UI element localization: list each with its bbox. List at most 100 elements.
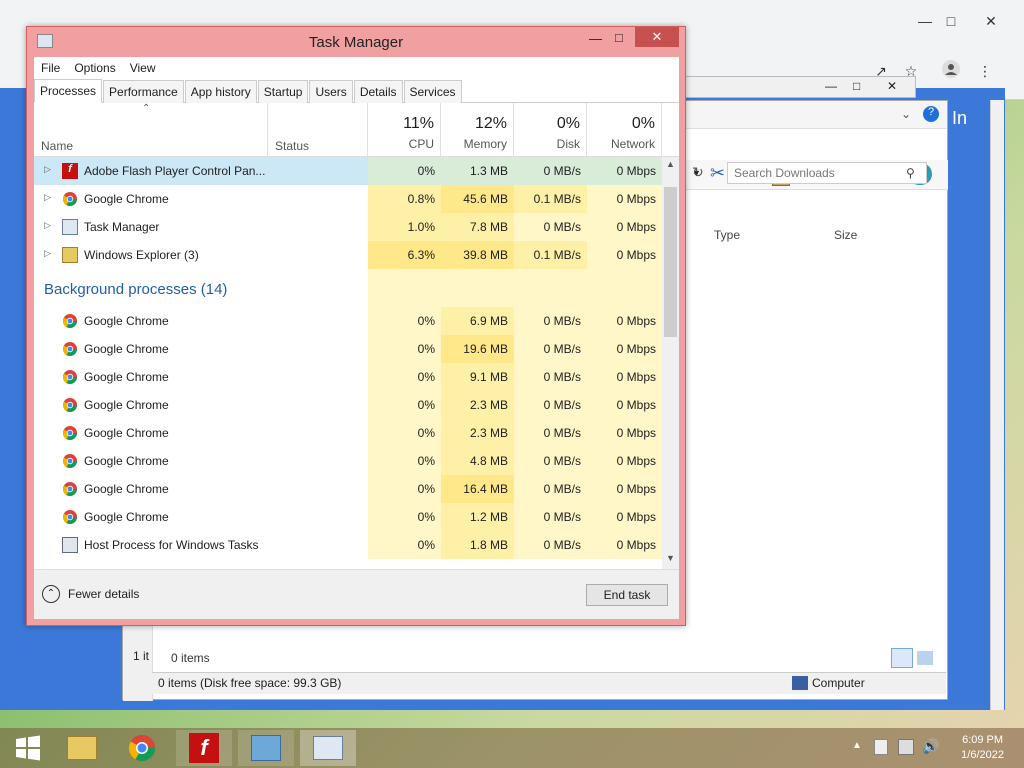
col-name[interactable]: ⌃ Name bbox=[34, 103, 268, 157]
host-process-icon bbox=[62, 537, 78, 553]
tab-services[interactable]: Services bbox=[403, 80, 462, 103]
col-type[interactable]: Type bbox=[714, 228, 740, 242]
cut-icon[interactable]: ✂ bbox=[710, 163, 725, 184]
col-network[interactable]: 0% Network bbox=[587, 103, 662, 157]
fewer-details-link[interactable]: Fewer details bbox=[68, 587, 139, 601]
expand-icon[interactable]: ▷ bbox=[44, 164, 51, 175]
table-row[interactable]: Google Chrome 0% 1.2 MB 0 MB/s 0 Mbps bbox=[34, 503, 662, 531]
refresh-icon[interactable]: ↻ bbox=[692, 164, 704, 181]
tab-startup[interactable]: Startup bbox=[257, 80, 309, 103]
background-scrollbar[interactable] bbox=[990, 100, 1004, 710]
network-icon[interactable] bbox=[898, 739, 914, 755]
tab-details[interactable]: Details bbox=[353, 80, 403, 103]
menu-dots-icon[interactable]: ⋮ bbox=[970, 60, 1000, 82]
table-row[interactable]: Google Chrome 0% 9.1 MB 0 MB/s 0 Mbps bbox=[34, 363, 662, 391]
table-row[interactable]: Google Chrome 0% 4.8 MB 0 MB/s 0 Mbps bbox=[34, 447, 662, 475]
tab-processes[interactable]: Processes bbox=[34, 79, 103, 103]
table-row[interactable]: ▷ Google Chrome 0.8% 45.6 MB 0.1 MB/s 0 … bbox=[34, 185, 662, 213]
col-size[interactable]: Size bbox=[834, 228, 857, 242]
large-icons-view-icon[interactable] bbox=[917, 651, 933, 665]
left-status: 1 it bbox=[133, 649, 150, 663]
table-row[interactable]: ▷ Task Manager 1.0% 7.8 MB 0 MB/s 0 Mbps bbox=[34, 213, 662, 241]
end-task-button[interactable]: End task bbox=[586, 584, 668, 606]
table-row[interactable]: Google Chrome 0% 6.9 MB 0 MB/s 0 Mbps bbox=[34, 307, 662, 335]
menu-options[interactable]: Options bbox=[67, 57, 122, 79]
windows-logo-icon bbox=[16, 735, 40, 761]
minimize-icon[interactable]: — bbox=[589, 31, 602, 46]
tab-bar: Processes Performance App history Startu… bbox=[34, 79, 679, 103]
col-memory[interactable]: 12% Memory bbox=[441, 103, 514, 157]
table-row[interactable]: ▷ f Adobe Flash Player Control Pan... 0%… bbox=[34, 157, 662, 185]
chrome-icon bbox=[63, 482, 77, 496]
col-status[interactable]: Status bbox=[268, 103, 368, 157]
process-list: ▷ f Adobe Flash Player Control Pan... 0%… bbox=[34, 157, 662, 569]
clock-date: 1/6/2022 bbox=[961, 749, 1004, 761]
minimize-icon[interactable]: — bbox=[825, 79, 837, 93]
explorer-statusbar: 0 items (Disk free space: 99.3 GB) Compu… bbox=[152, 672, 946, 694]
tab-app-history[interactable]: App history bbox=[184, 80, 257, 103]
chrome-icon bbox=[128, 734, 156, 762]
background-header: Background processes (14) bbox=[44, 281, 228, 298]
taskbar-control-panel[interactable] bbox=[238, 730, 294, 766]
maximize-icon[interactable]: □ bbox=[936, 10, 966, 32]
task-manager-body: File Options View Processes Performance … bbox=[34, 57, 679, 619]
col-disk[interactable]: 0% Disk bbox=[514, 103, 587, 157]
tab-users[interactable]: Users bbox=[309, 80, 353, 103]
taskbar-chrome[interactable] bbox=[114, 730, 170, 766]
search-input[interactable]: Search Downloads bbox=[727, 162, 927, 184]
close-icon[interactable]: ✕ bbox=[887, 79, 897, 93]
chevron-down-icon[interactable]: ⌄ bbox=[901, 107, 911, 121]
taskbar-task-manager[interactable] bbox=[300, 730, 356, 766]
scrollbar-thumb[interactable] bbox=[664, 187, 677, 337]
table-row[interactable]: Google Chrome 0% 2.3 MB 0 MB/s 0 Mbps bbox=[34, 391, 662, 419]
table-row[interactable]: ▷ Windows Explorer (3) 6.3% 39.8 MB 0.1 … bbox=[34, 241, 662, 269]
clock[interactable]: 6:09 PM 1/6/2022 bbox=[961, 733, 1004, 763]
table-row[interactable]: Google Chrome 0% 2.3 MB 0 MB/s 0 Mbps bbox=[34, 419, 662, 447]
in-label: In bbox=[952, 108, 968, 128]
scroll-up-icon[interactable]: ▲ bbox=[666, 159, 675, 169]
close-icon[interactable]: ✕ bbox=[635, 27, 679, 47]
chrome-icon bbox=[63, 314, 77, 328]
chrome-icon bbox=[63, 192, 77, 206]
column-header: ⌃ Name Status 11% CPU 12% Memory 0% Disk… bbox=[34, 103, 679, 157]
clock-time: 6:09 PM bbox=[962, 734, 1004, 746]
sort-up-icon: ⌃ bbox=[142, 103, 151, 114]
expand-icon[interactable]: ▷ bbox=[44, 248, 51, 259]
tab-performance[interactable]: Performance bbox=[103, 80, 184, 103]
close-icon[interactable]: ✕ bbox=[976, 10, 1006, 32]
chevron-up-icon[interactable]: ⌃ bbox=[42, 585, 60, 603]
taskbar-flash[interactable]: f bbox=[176, 730, 232, 766]
maximize-icon[interactable]: □ bbox=[615, 30, 623, 45]
chrome-icon bbox=[63, 510, 77, 524]
chrome-icon bbox=[63, 454, 77, 468]
show-hidden-icons[interactable]: ▲ bbox=[852, 740, 862, 751]
col-cpu[interactable]: 11% CPU bbox=[368, 103, 441, 157]
table-row[interactable]: Google Chrome 0% 19.6 MB 0 MB/s 0 Mbps bbox=[34, 335, 662, 363]
maximize-icon[interactable]: □ bbox=[853, 79, 860, 93]
group-header[interactable]: Background processes (14) bbox=[34, 269, 662, 307]
scroll-down-icon[interactable]: ▼ bbox=[666, 553, 675, 563]
expand-icon[interactable]: ▷ bbox=[44, 192, 51, 203]
status-text: 0 items (Disk free space: 99.3 GB) bbox=[158, 676, 342, 690]
chrome-icon bbox=[63, 370, 77, 384]
menu-view[interactable]: View bbox=[123, 57, 163, 79]
flash-icon: f bbox=[189, 733, 219, 763]
taskbar-explorer[interactable] bbox=[54, 730, 110, 766]
computer-label: Computer bbox=[812, 676, 865, 690]
task-manager-icon bbox=[313, 736, 343, 760]
menu-bar: File Options View bbox=[34, 57, 679, 79]
action-center-icon[interactable] bbox=[874, 739, 888, 755]
expand-icon[interactable]: ▷ bbox=[44, 220, 51, 231]
start-button[interactable] bbox=[0, 730, 56, 766]
volume-icon[interactable]: 🔊 bbox=[922, 738, 939, 755]
help-icon[interactable]: ? bbox=[923, 106, 939, 122]
search-icon[interactable]: ⚲ bbox=[906, 166, 915, 180]
menu-file[interactable]: File bbox=[34, 57, 67, 79]
flash-icon: f bbox=[62, 163, 78, 179]
details-view-icon[interactable] bbox=[891, 648, 913, 668]
window-title: Task Manager bbox=[308, 34, 404, 51]
folder-icon bbox=[62, 247, 78, 263]
table-row[interactable]: Google Chrome 0% 16.4 MB 0 MB/s 0 Mbps bbox=[34, 475, 662, 503]
table-row[interactable]: Host Process for Windows Tasks 0% 1.8 MB… bbox=[34, 531, 662, 559]
profile-icon[interactable] bbox=[936, 58, 966, 80]
